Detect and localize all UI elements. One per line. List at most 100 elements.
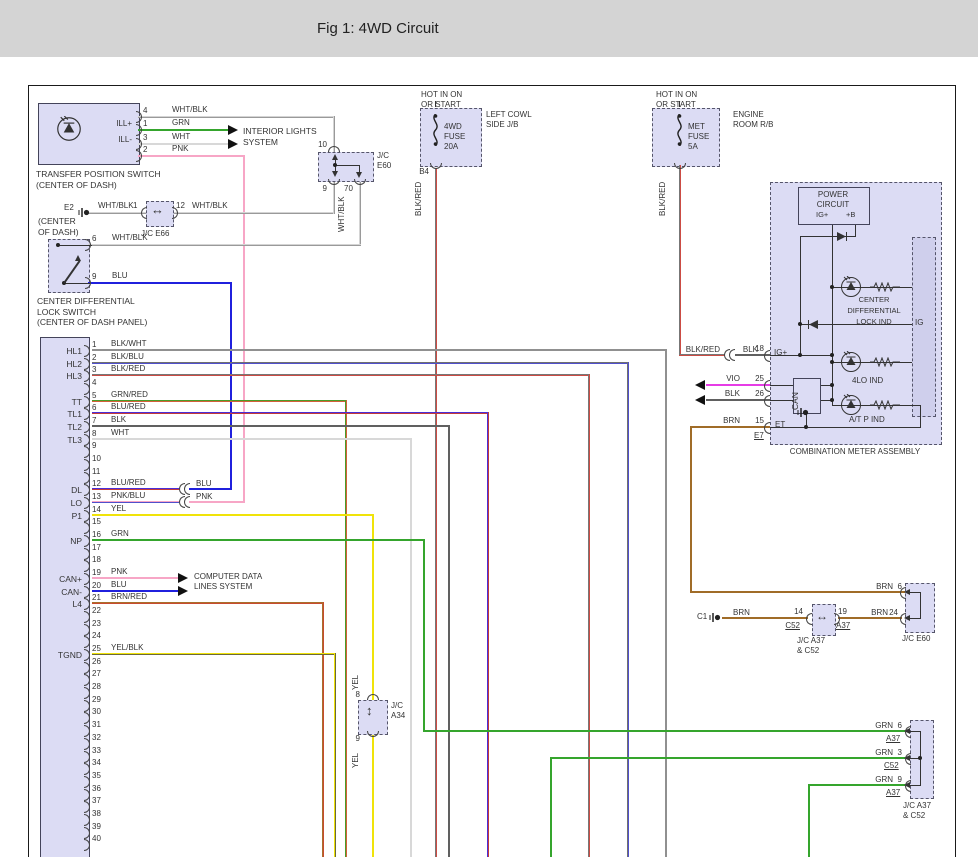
jc-e60-label: J/C E60 bbox=[902, 634, 930, 644]
title-bar bbox=[0, 0, 978, 57]
pin-arc bbox=[764, 422, 770, 434]
wire-blkblu bbox=[627, 362, 629, 857]
pin-number: B4 bbox=[413, 167, 429, 177]
ecu-terminal-label: TT bbox=[44, 397, 82, 408]
wire-yelblk bbox=[92, 653, 336, 655]
wire-brn bbox=[690, 426, 692, 593]
ecu-wire-label: YEL bbox=[111, 504, 126, 514]
wire-blk bbox=[448, 425, 450, 857]
ecu-wire-label: PNK/BLU bbox=[111, 491, 145, 501]
wire-blkred bbox=[92, 374, 588, 376]
pin-number: 3 bbox=[881, 748, 902, 758]
computer-data-label: COMPUTER DATA LINES SYSTEM bbox=[194, 572, 262, 592]
pin-number: 10 bbox=[311, 140, 327, 150]
pin-number: 18 bbox=[744, 344, 764, 354]
junction-dot bbox=[333, 163, 337, 167]
pin-number: 9 bbox=[344, 734, 360, 744]
connector-code: C52 bbox=[884, 761, 899, 771]
ecu-terminal-label: CAN- bbox=[44, 587, 82, 598]
wire-blk bbox=[706, 399, 770, 401]
interior-lights-label: INTERIOR LIGHTS SYSTEM bbox=[243, 126, 317, 147]
ecu-pin-number: 29 bbox=[92, 695, 101, 705]
ecu-terminal-label: DL bbox=[44, 485, 82, 496]
wire-vio bbox=[706, 384, 770, 386]
ground-icon bbox=[77, 206, 90, 219]
ecu-pin-number: 5 bbox=[92, 391, 96, 401]
pin-arc bbox=[905, 753, 911, 765]
ecu-pin-number: 14 bbox=[92, 505, 101, 515]
arrow-up-icon bbox=[332, 154, 338, 160]
wire-label: WHT/BLK bbox=[172, 105, 208, 115]
wire-label: WHT/BLK bbox=[98, 201, 134, 211]
resistor-icon bbox=[870, 282, 900, 292]
ground-name: E2 bbox=[64, 203, 74, 213]
pin-number: 14 bbox=[782, 607, 803, 617]
wire-blkwht bbox=[665, 349, 667, 857]
wire-label: GRN bbox=[172, 118, 190, 128]
transfer-switch-label: TRANSFER POSITION SWITCH (CENTER OF DASH… bbox=[36, 169, 161, 190]
meter-line bbox=[770, 427, 920, 428]
wire-grn bbox=[550, 757, 906, 759]
wire-whtblk bbox=[333, 181, 335, 214]
double-arrow-icon: ↕ bbox=[366, 706, 373, 716]
ecu-pin-number: 31 bbox=[92, 720, 101, 730]
ecu-pin-number: 32 bbox=[92, 733, 101, 743]
pin-arc bbox=[806, 613, 812, 625]
box-label: LEFT COWL SIDE J/B bbox=[486, 110, 532, 130]
connector-icon bbox=[184, 496, 190, 508]
junction-dot bbox=[798, 353, 802, 357]
location-label: (CENTER OF DASH) bbox=[38, 216, 79, 237]
pin-number: 12 bbox=[176, 201, 185, 211]
resistor-icon bbox=[870, 400, 900, 410]
double-arrow-icon: ↔ bbox=[816, 611, 828, 621]
ecu-pin-number: 38 bbox=[92, 809, 101, 819]
wiring-diagram-page: Fig 1: 4WD Circuit bbox=[0, 0, 978, 857]
ecu-wire-label: PNK bbox=[111, 567, 127, 577]
connector-code: E7 bbox=[754, 431, 764, 441]
wire-label: BLK bbox=[706, 389, 740, 399]
wire-grn bbox=[92, 539, 425, 541]
wire-grnred bbox=[345, 400, 347, 857]
pin-arc bbox=[764, 395, 770, 407]
jc-line bbox=[920, 592, 921, 619]
ecu-wire-label: BLK/RED bbox=[111, 364, 145, 374]
ecu-pin-number: 10 bbox=[92, 454, 101, 464]
cdl-ind-label: CENTER DIFFERENTIAL LOCK IND bbox=[836, 294, 912, 327]
ecu-wire-label: WHT bbox=[111, 428, 129, 438]
ecu-pin-number: 22 bbox=[92, 606, 101, 616]
ecu-terminal-label: CAN+ bbox=[44, 574, 82, 585]
pin-arc bbox=[367, 694, 379, 700]
ecu-terminal-label: P1 bbox=[44, 511, 82, 522]
jc-e60-label: J/C E60 bbox=[377, 151, 391, 171]
fuse-icon bbox=[429, 114, 442, 146]
switch-arrow-icon bbox=[75, 255, 81, 261]
wire-label-vertical: WHT/BLK bbox=[337, 196, 347, 232]
pin-arc bbox=[900, 613, 906, 625]
power-circuit-label: POWER CIRCUIT bbox=[798, 190, 868, 210]
ecu-terminal-label: TGND bbox=[44, 650, 82, 661]
wire-label-vertical: BLK/RED bbox=[414, 182, 424, 216]
wire-label-vertical: BLK/RED bbox=[658, 182, 668, 216]
wire-yel bbox=[372, 514, 374, 857]
ecu-terminal-label: L4 bbox=[44, 599, 82, 610]
pin-number: 15 bbox=[744, 416, 764, 426]
jc-a34-label: J/C A34 bbox=[391, 701, 405, 721]
junction-dot bbox=[830, 383, 834, 387]
pin-number: 6 bbox=[92, 234, 96, 244]
ecu-wire-label: BLU/RED bbox=[111, 478, 146, 488]
meter-line bbox=[832, 223, 833, 405]
wire-whtblk bbox=[170, 212, 335, 214]
wire-wht bbox=[410, 438, 412, 857]
wire-brn bbox=[690, 426, 770, 428]
ecu-wire-label: BLK bbox=[111, 415, 126, 425]
ill-plus-label: ILL+ bbox=[104, 119, 132, 129]
resistor-icon bbox=[870, 357, 900, 367]
ecu-pin-number: 7 bbox=[92, 416, 96, 426]
pin-arc bbox=[764, 350, 770, 362]
jc-e60-top-box bbox=[318, 152, 374, 182]
wire-whtblk bbox=[138, 116, 335, 118]
atp-ind-label: A/T P IND bbox=[849, 415, 885, 425]
ecu-pin-number: 17 bbox=[92, 543, 101, 553]
ecu-terminal-label: HL2 bbox=[44, 359, 82, 370]
arrow-down-icon bbox=[356, 172, 362, 178]
